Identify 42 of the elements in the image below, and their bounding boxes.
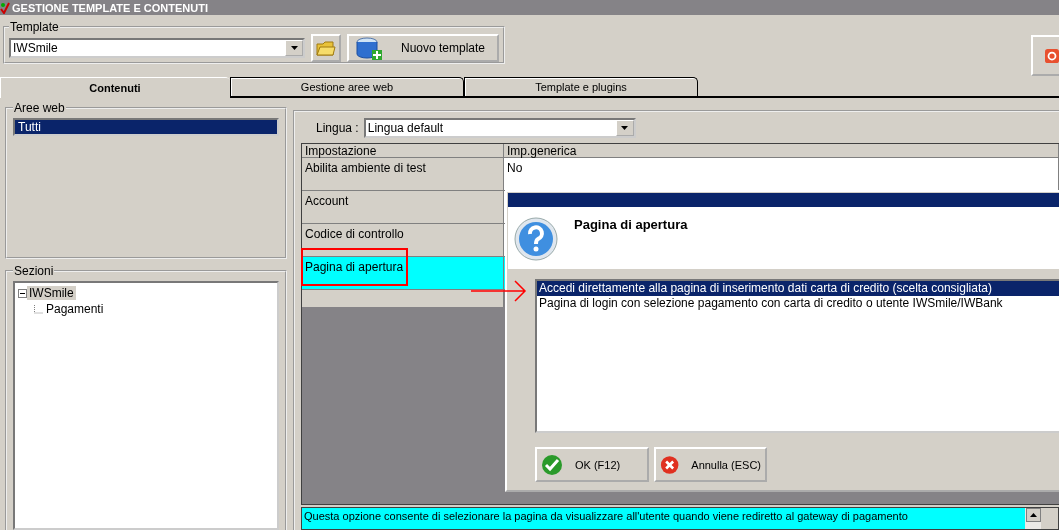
new-template-button[interactable]: Nuovo template — [347, 34, 499, 62]
dropdown-arrow-icon — [621, 126, 629, 130]
question-icon — [514, 217, 558, 261]
language-dropdown[interactable]: Lingua default — [363, 118, 636, 138]
column-header: Imp.generica — [504, 144, 1059, 158]
open-folder-button[interactable] — [311, 34, 341, 62]
scroll-up-icon — [1025, 508, 1041, 523]
app-logo-icon — [0, 1, 10, 14]
tree-item[interactable]: Pagamenti — [44, 302, 106, 316]
cancel-button[interactable]: Annulla (ESC) — [654, 447, 767, 482]
list-item[interactable]: Tutti — [15, 120, 277, 134]
tab[interactable]: Template e plugins — [464, 77, 698, 96]
dropdown-arrow-icon — [290, 46, 298, 50]
table-cell[interactable]: Account — [302, 191, 504, 224]
folder-icon — [316, 39, 336, 57]
power-icon — [1045, 47, 1059, 64]
option-item[interactable]: Pagina di login con selezione pagamento con carta di credito o utente IWSmile/IWBank — [537, 296, 1059, 311]
tab[interactable]: Gestione aree web — [230, 77, 464, 96]
tree-connector-icon — [34, 304, 44, 314]
table-cell[interactable]: Pagina di apertura — [302, 257, 504, 290]
description-text: Questa opzione consente di selezionare la pagina da visualizzare all'utente quando viene rediretto al gateway di pagamento — [302, 508, 1025, 529]
dialog-title: Pagina di apertura — [574, 217, 688, 234]
tree-item[interactable]: IWSmile — [27, 286, 76, 300]
table-cell[interactable]: No — [504, 158, 1059, 191]
template-label: Template — [9, 20, 60, 34]
cancel-icon — [660, 453, 680, 476]
aree-web-label: Aree web — [13, 101, 66, 115]
window-title: GESTIONE TEMPLATE E CONTENUTI — [12, 1, 208, 14]
table-cell[interactable]: Codice di controllo — [302, 224, 504, 257]
tab[interactable]: Contenuti — [0, 77, 230, 98]
ok-button[interactable]: OK (F12) — [535, 447, 649, 482]
option-item[interactable]: Accedi direttamente alla pagina di inserimento dati carta di credito (scelta consigliata) — [537, 281, 1059, 296]
database-add-icon — [355, 35, 383, 61]
collapse-icon[interactable] — [18, 288, 27, 298]
column-header: Impostazione — [302, 144, 504, 158]
checkmark-icon — [541, 453, 563, 476]
annotation-arrow — [470, 279, 528, 303]
toolbar-button[interactable] — [1031, 35, 1059, 76]
template-dropdown[interactable]: IWSmile — [9, 38, 305, 58]
table-cell[interactable]: Abilita ambiente di test — [302, 158, 504, 191]
lingua-label: Lingua : — [316, 121, 359, 135]
sezioni-label: Sezioni — [13, 264, 55, 278]
